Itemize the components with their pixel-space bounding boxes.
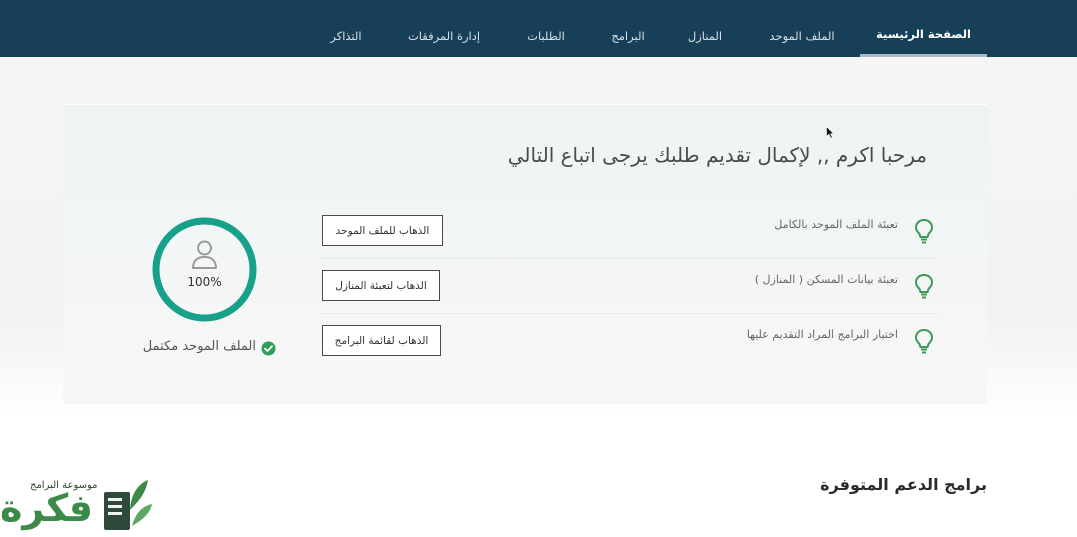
mouse-cursor-icon: [826, 126, 834, 139]
go-to-houses-button[interactable]: الذهاب لتعبئة المنازل: [322, 270, 440, 301]
nav-tab-home[interactable]: الصفحة الرئيسية: [860, 0, 987, 57]
check-circle-icon: [261, 341, 276, 356]
lightbulb-icon: [914, 273, 934, 299]
top-navigation: الصفحة الرئيسية الملف الموحد المنازل الب…: [0, 0, 1077, 57]
step-label: تعبئة بيانات المسكن ( المنازل ): [754, 273, 898, 286]
lightbulb-icon: [914, 218, 934, 244]
progress-percent: 100%: [187, 275, 222, 289]
nav-tab-tickets[interactable]: التذاكر: [318, 0, 374, 57]
step-label: اختيار البرامج المراد التقديم عليها: [746, 328, 898, 341]
nav-tab-attachments[interactable]: إدارة المرفقات: [398, 0, 490, 57]
step-row-houses: تعبئة بيانات المسكن ( المنازل ) الذهاب ل…: [320, 259, 938, 314]
nav-tab-programs[interactable]: البرامج: [600, 0, 656, 57]
profile-complete-status: الملف الموحد مكتمل: [134, 339, 276, 357]
profile-progress-ring: [152, 217, 257, 322]
nav-tab-unified-profile[interactable]: الملف الموحد: [758, 0, 846, 57]
step-row-unified-profile: تعبئة الملف الموحد بالكامل الذهاب للملف …: [320, 204, 938, 259]
book-leaf-icon: [104, 480, 152, 530]
go-to-unified-profile-button[interactable]: الذهاب للملف الموحد: [322, 215, 443, 246]
support-programs-title: برامج الدعم المتوفرة: [820, 475, 987, 494]
step-label: تعبئة الملف الموحد بالكامل: [774, 218, 898, 231]
go-to-programs-list-button[interactable]: الذهاب لقائمة البرامج: [322, 325, 441, 356]
profile-complete-label: الملف الموحد مكتمل: [142, 339, 256, 354]
step-row-programs: اختيار البرامج المراد التقديم عليها الذه…: [320, 314, 938, 369]
lightbulb-icon: [914, 328, 934, 354]
welcome-message: مرحبا اكرم ,, لإكمال تقديم طلبك يرجى اتب…: [507, 143, 927, 167]
logo-wordmark: فكرة: [0, 486, 94, 530]
nav-tab-requests[interactable]: الطلبات: [516, 0, 576, 57]
user-icon: [192, 240, 217, 269]
nav-tab-houses[interactable]: المنازل: [676, 0, 734, 57]
